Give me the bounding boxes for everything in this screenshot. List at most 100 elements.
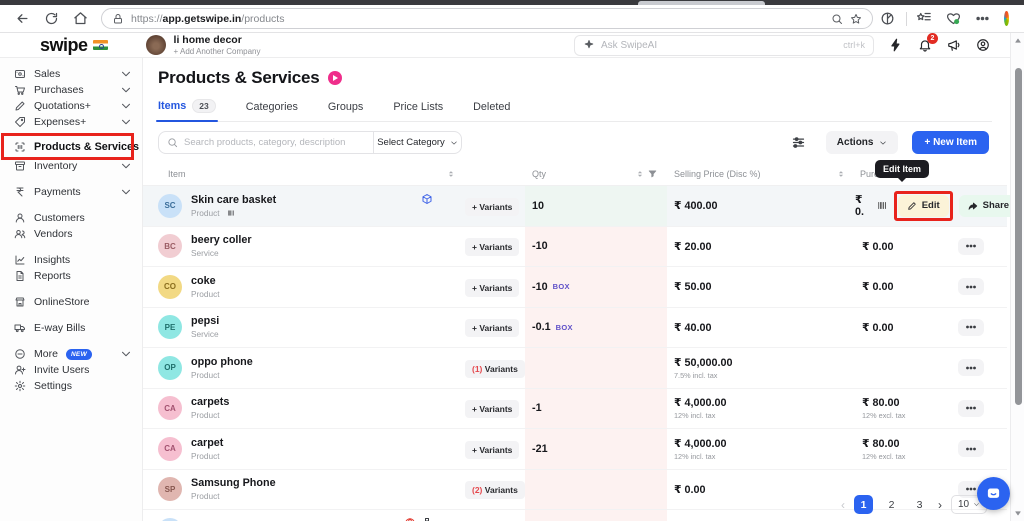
swipe-logo[interactable]: swipe (40, 35, 88, 56)
selling-price: ₹ 0.00 (674, 483, 706, 496)
reload-icon[interactable] (44, 11, 59, 26)
sales-icon (14, 68, 26, 80)
variants-button[interactable]: + Variants (465, 278, 520, 297)
lock-icon[interactable] (112, 13, 124, 25)
ask-swipeai-search[interactable]: ctrl+k (574, 34, 874, 56)
variants-button[interactable]: (1) Variants (465, 359, 525, 378)
chat-support-button[interactable] (977, 477, 1010, 510)
scrollbar[interactable] (1010, 33, 1024, 521)
table-row[interactable]: CO coke Product + Variants -10 BOX ₹ 50.0… (143, 267, 1007, 308)
sidebar-item-label: Insights (34, 254, 71, 266)
browser-tools-icon[interactable] (880, 11, 895, 26)
tab-price-lists[interactable]: Price Lists (393, 101, 443, 121)
sort-icon[interactable] (636, 169, 644, 179)
row-menu-button[interactable] (958, 278, 984, 296)
sidebar-item-sales[interactable]: Sales (0, 66, 142, 82)
favorite-icon[interactable] (850, 13, 862, 25)
page-button-2[interactable]: 2 (882, 495, 901, 514)
page-button-3[interactable]: 3 (910, 495, 929, 514)
tutorial-play-icon[interactable] (327, 71, 342, 85)
sidebar-item-customers[interactable]: Customers (0, 210, 142, 226)
item-cell: PE pepsi Service (143, 308, 465, 348)
browser-menu-icon[interactable] (975, 11, 990, 26)
category-select[interactable]: Select Category (373, 132, 461, 153)
variants-button[interactable]: + Variants (465, 319, 520, 338)
sidebar-item-more[interactable]: More NEW (0, 346, 142, 362)
sidebar-item-vendors[interactable]: Vendors (0, 226, 142, 242)
column-settings-icon[interactable] (791, 135, 806, 150)
next-page-button[interactable]: › (938, 498, 942, 512)
new-item-button[interactable]: + New Item (912, 131, 989, 154)
sidebar: Sales Purchases Quotations+ Expenses+ Produc… (0, 58, 143, 521)
variants-button[interactable]: + Variants (465, 440, 520, 459)
tab-items[interactable]: Items 23 (156, 99, 218, 122)
tab-groups[interactable]: Groups (328, 101, 363, 121)
row-menu-button[interactable] (958, 399, 984, 417)
row-menu-button[interactable] (958, 318, 984, 336)
quick-actions-icon[interactable] (889, 38, 903, 52)
scroll-down-icon[interactable] (1014, 509, 1022, 517)
search-in-address-icon[interactable] (831, 13, 843, 25)
sidebar-item-purchases[interactable]: Purchases (0, 82, 142, 98)
notifications-icon[interactable]: 2 (918, 33, 938, 52)
col-selling: Selling Price (Disc %) (674, 168, 761, 179)
profile-icon[interactable] (976, 38, 990, 52)
tab-categories[interactable]: Categories (246, 101, 298, 121)
product-search[interactable] (159, 132, 373, 153)
company-avatar[interactable] (145, 35, 166, 55)
row-menu-button[interactable] (958, 237, 984, 255)
row-menu-button[interactable] (958, 359, 984, 377)
home-icon[interactable] (73, 11, 88, 26)
sidebar-item-expenses[interactable]: Expenses+ (0, 114, 142, 130)
sidebar-item-onlinestore[interactable]: OnlineStore (0, 294, 142, 310)
sort-icon[interactable] (837, 169, 845, 179)
copilot-icon[interactable] (1004, 11, 1009, 26)
table-row[interactable]: CA carpet Product + Variants -21 ₹ 4,000.… (143, 429, 1007, 470)
row-menu-button[interactable] (958, 440, 984, 458)
filter-icon[interactable] (648, 169, 657, 178)
variants-button[interactable]: + Variants (465, 400, 520, 419)
sidebar-item-products-services[interactable]: Products & Services (0, 137, 142, 157)
actions-button[interactable]: Actions (825, 131, 899, 154)
table-row[interactable]: SC Skin care basket Product + Variants 10… (143, 186, 1019, 227)
qty-cell: 10 (525, 186, 667, 226)
scrollbar-thumb[interactable] (1014, 68, 1022, 405)
browser-essentials-icon[interactable] (946, 11, 961, 26)
address-bar[interactable]: https://app.getswipe.in/products (101, 8, 873, 29)
reports-icon (14, 270, 26, 282)
collections-icon[interactable] (917, 11, 932, 26)
sidebar-item-settings[interactable]: Settings (0, 378, 142, 394)
variants-button[interactable]: (2) Variants (465, 481, 525, 500)
item-name: oppo phone (191, 355, 253, 368)
chevron-down-icon (120, 116, 132, 128)
qty-value: -10 (532, 280, 548, 293)
sidebar-item-e-way-bills[interactable]: E-way Bills (0, 320, 142, 336)
sidebar-item-quotations[interactable]: Quotations+ (0, 98, 142, 114)
table-row[interactable]: PE pepsi Service + Variants -0.1 BOX ₹ 40… (143, 307, 1007, 348)
scroll-up-icon[interactable] (1014, 37, 1022, 45)
sidebar-item-label: Inventory (34, 160, 78, 172)
sidebar-item-payments[interactable]: Payments (0, 184, 142, 200)
table-row[interactable]: OP oppo phone Product (1) Variants ₹ 50,0… (143, 348, 1007, 389)
variants-button[interactable]: + Variants (465, 238, 520, 257)
product-search-input[interactable] (184, 137, 365, 148)
variants-button[interactable]: + Variants (465, 197, 520, 216)
table-row[interactable]: BC beery coller Service + Variants -10 ₹ … (143, 226, 1007, 267)
sort-icon[interactable] (447, 169, 455, 179)
new-item-label: + New Item (924, 137, 977, 148)
sidebar-item-reports[interactable]: Reports (0, 268, 142, 284)
add-company-link[interactable]: + Add Another Company (174, 47, 261, 56)
table-row[interactable]: CA carpets Product + Variants -1 ₹ 4,000.… (143, 388, 1007, 429)
ask-swipeai-input[interactable] (601, 39, 838, 51)
item-type: Product (191, 410, 220, 421)
sidebar-item-inventory[interactable]: Inventory (0, 158, 142, 174)
company-switcher[interactable]: li home decor + Add Another Company (174, 34, 261, 56)
prev-page-button[interactable]: ‹ (841, 498, 845, 512)
edit-button[interactable]: Edit (897, 194, 949, 217)
announcements-icon[interactable] (947, 38, 961, 52)
tab-deleted[interactable]: Deleted (473, 101, 510, 121)
page-button-1[interactable]: 1 (854, 495, 873, 514)
sidebar-item-insights[interactable]: Insights (0, 252, 142, 268)
sidebar-item-invite-users[interactable]: Invite Users (0, 362, 142, 378)
back-icon[interactable] (15, 11, 30, 26)
